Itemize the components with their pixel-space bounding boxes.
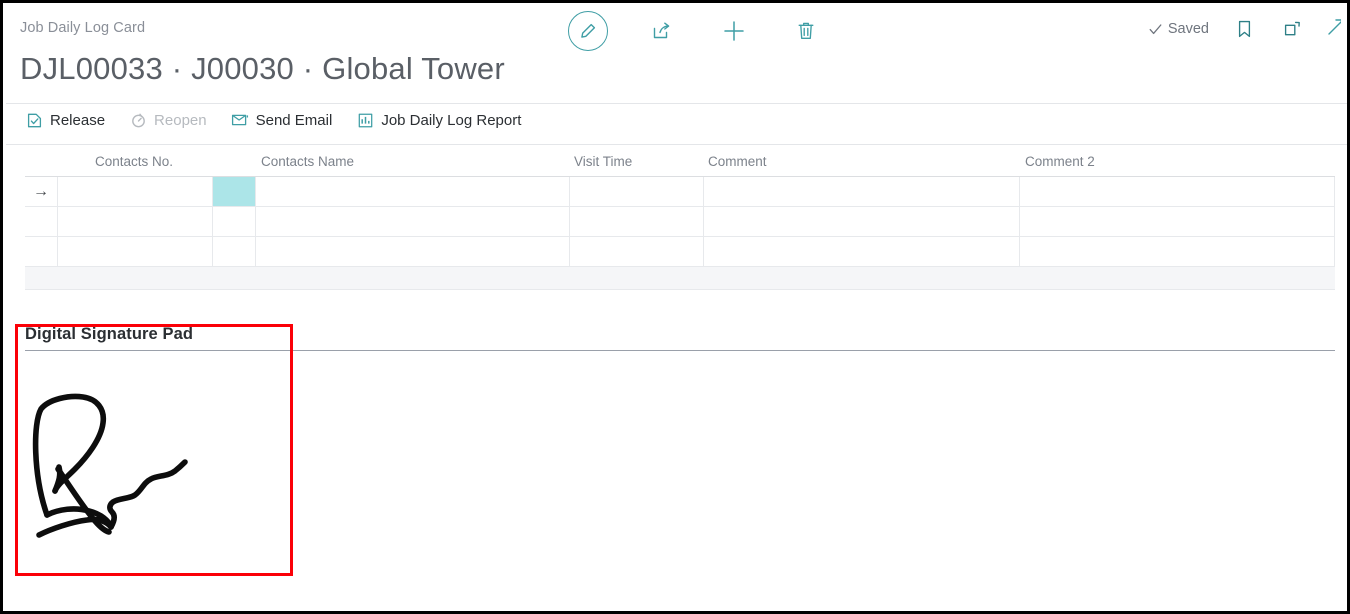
send-email-action[interactable]: Send Email [231, 111, 333, 129]
reopen-icon [129, 111, 147, 129]
action-ribbon: Release Reopen Send Email Job Daily Log … [25, 111, 521, 129]
cell-contacts-no[interactable] [58, 207, 213, 236]
grid-footer-strip [25, 267, 1335, 290]
report-label: Job Daily Log Report [381, 111, 522, 129]
job-daily-log-card-window: Job Daily Log Card Saved DJL00033 · J000… [0, 0, 1350, 614]
cell-contacts-no[interactable] [58, 177, 213, 206]
cell-comment[interactable] [704, 237, 1020, 266]
grid-body: → [25, 176, 1335, 290]
grid-header-row: Contacts No. Contacts Name Visit Time Co… [25, 149, 1335, 176]
status-and-window-icons: Saved [1148, 16, 1341, 42]
title-divider [6, 103, 1347, 104]
expand-arrow-icon[interactable] [1327, 18, 1341, 41]
cell-contacts-no-lookup[interactable] [213, 177, 256, 206]
breadcrumb[interactable]: Job Daily Log Card [20, 20, 145, 36]
table-row[interactable] [25, 237, 1335, 267]
release-label: Release [50, 111, 106, 129]
top-command-bar: Job Daily Log Card Saved [3, 3, 1347, 55]
record-action-icons [568, 11, 824, 51]
digital-signature-section: Digital Signature Pad [25, 325, 1335, 565]
share-icon[interactable] [644, 13, 680, 49]
reopen-action: Reopen [129, 111, 207, 129]
cell-visit-time[interactable] [570, 207, 704, 236]
saved-label: Saved [1167, 21, 1209, 37]
plus-icon[interactable] [716, 13, 752, 49]
reopen-label: Reopen [154, 111, 207, 129]
job-daily-log-report-action[interactable]: Job Daily Log Report [356, 111, 521, 129]
report-chart-icon [356, 111, 374, 129]
row-indicator [25, 237, 58, 266]
cell-comment[interactable] [704, 207, 1020, 236]
column-header-contacts-no[interactable]: Contacts No. [58, 149, 256, 169]
contacts-grid: Contacts No. Contacts Name Visit Time Co… [25, 149, 1335, 290]
signature-stroke-icon [32, 393, 188, 538]
cell-contacts-no-lookup[interactable] [213, 207, 256, 236]
ribbon-divider [6, 144, 1347, 145]
release-action[interactable]: Release [25, 111, 105, 129]
row-indicator: → [25, 177, 58, 206]
page-title: DJL00033 · J00030 · Global Tower [20, 51, 505, 86]
cell-comment-2[interactable] [1020, 177, 1335, 206]
cell-comment-2[interactable] [1020, 207, 1335, 236]
column-header-visit-time[interactable]: Visit Time [570, 149, 704, 169]
signature-pad-canvas[interactable] [25, 365, 1335, 565]
column-header-contacts-name[interactable]: Contacts Name [256, 149, 570, 169]
row-indicator [25, 207, 58, 236]
document-check-icon [25, 111, 43, 129]
signature-section-title: Digital Signature Pad [25, 325, 194, 343]
trash-icon[interactable] [788, 13, 824, 49]
open-in-new-window-icon[interactable] [1279, 16, 1305, 42]
cell-visit-time[interactable] [570, 177, 704, 206]
cell-comment-2[interactable] [1020, 237, 1335, 266]
cell-contacts-name[interactable] [256, 237, 570, 266]
edit-pencil-icon[interactable] [568, 11, 608, 51]
envelope-icon [231, 111, 249, 129]
column-header-comment-2[interactable]: Comment 2 [1020, 149, 1335, 169]
bookmark-icon[interactable] [1231, 16, 1257, 42]
send-email-label: Send Email [255, 111, 333, 129]
status-badge: Saved [1148, 21, 1209, 37]
grid-header-indicator [25, 149, 58, 154]
cell-contacts-no[interactable] [58, 237, 213, 266]
cell-comment[interactable] [704, 177, 1020, 206]
cell-visit-time[interactable] [570, 237, 704, 266]
table-row[interactable]: → [25, 177, 1335, 207]
table-row[interactable] [25, 207, 1335, 237]
signature-section-divider [25, 350, 1335, 351]
cell-contacts-name[interactable] [256, 207, 570, 236]
cell-contacts-no-lookup[interactable] [213, 237, 256, 266]
column-header-comment[interactable]: Comment [704, 149, 1020, 169]
cell-contacts-name[interactable] [256, 177, 570, 206]
